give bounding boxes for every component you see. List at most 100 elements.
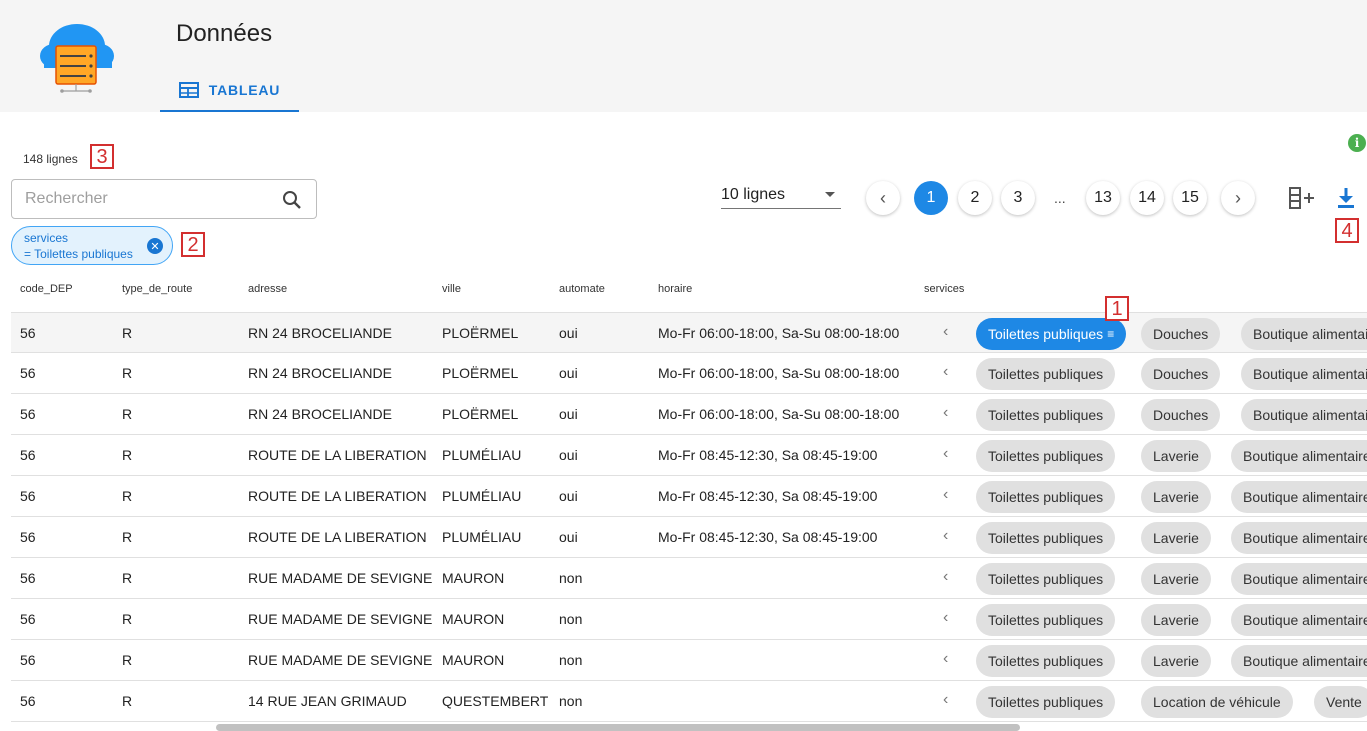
service-chip[interactable]: Vente [1314, 686, 1367, 718]
table-row[interactable]: 56 R RN 24 BROCELIANDE PLOËRMEL oui Mo-Fr 06:… [11, 353, 1367, 394]
chevron-left-icon[interactable]: ‹ [943, 568, 948, 586]
page-button[interactable]: 3 [1001, 181, 1035, 215]
service-chip[interactable]: Toilettes publiques [976, 522, 1116, 554]
table-row[interactable]: 56 R RN 24 BROCELIANDE PLOËRMEL oui Mo-Fr 06:… [11, 312, 1367, 353]
close-icon[interactable]: ✕ [147, 238, 163, 254]
chevron-left-icon[interactable]: ‹ [943, 650, 948, 668]
column-header[interactable]: ville [442, 283, 461, 295]
filter-chip-value: = Toilettes publiques [24, 247, 133, 261]
chevron-left-icon[interactable]: ‹ [943, 323, 948, 341]
service-chip[interactable]: Laverie [1141, 481, 1211, 513]
page-button[interactable]: 14 [1130, 181, 1164, 215]
table-row[interactable]: 56 R RUE MADAME DE SEVIGNE MAURON non ‹ Toilet… [11, 558, 1367, 599]
service-chip[interactable]: Boutique alimentaire [1231, 481, 1367, 513]
page-button[interactable]: 2 [958, 181, 992, 215]
column-header[interactable]: services [924, 283, 964, 295]
cell-adresse: ROUTE DE LA LIBERATION [248, 447, 427, 463]
service-chip[interactable]: Toilettes publiques ≡ [976, 318, 1127, 350]
service-chip-label: Boutique alimentaire [1243, 448, 1367, 464]
service-chip[interactable]: Douches [1141, 399, 1221, 431]
table-row[interactable]: 56 R RUE MADAME DE SEVIGNE MAURON non ‹ Toilet… [11, 599, 1367, 640]
cell-type_de_route: R [122, 447, 133, 463]
download-icon[interactable] [1336, 186, 1356, 210]
row-count: 148 lignes [23, 152, 78, 166]
service-chip-label: Toilettes publiques [988, 366, 1104, 382]
service-chip[interactable]: Douches [1141, 358, 1221, 390]
service-chip-label: Douches [1153, 366, 1209, 382]
column-header[interactable]: horaire [658, 283, 692, 295]
service-chip[interactable]: Toilettes publiques [976, 358, 1116, 390]
page-button[interactable]: 1 [914, 181, 948, 215]
service-chip[interactable]: Toilettes publiques [976, 440, 1116, 472]
cell-code_DEP: 56 [20, 447, 36, 463]
cell-adresse: ROUTE DE LA LIBERATION [248, 529, 427, 545]
page-button[interactable]: 15 [1173, 181, 1207, 215]
service-chip-label: Toilettes publiques [988, 653, 1104, 669]
service-chip[interactable]: Boutique alimentaire [1231, 563, 1367, 595]
service-chip[interactable]: Boutique alimentaire [1231, 645, 1367, 677]
service-chip[interactable]: Boutique alimentaire [1241, 318, 1367, 350]
column-header[interactable]: automate [559, 283, 605, 295]
service-chip[interactable]: Boutique alimentaire [1241, 399, 1367, 431]
service-chip[interactable]: Toilettes publiques [976, 645, 1116, 677]
annotation-2: 2 [181, 232, 205, 257]
cell-code_DEP: 56 [20, 529, 36, 545]
service-chip-label: Toilettes publiques [988, 612, 1104, 628]
service-chip[interactable]: Toilettes publiques [976, 399, 1116, 431]
table-row[interactable]: 56 R ROUTE DE LA LIBERATION PLUMÉLIAU oui Mo-… [11, 517, 1367, 558]
service-chip[interactable]: Laverie [1141, 645, 1211, 677]
service-chip[interactable]: Laverie [1141, 563, 1211, 595]
chevron-left-icon[interactable]: ‹ [943, 404, 948, 422]
cell-code_DEP: 56 [20, 652, 36, 668]
service-chip[interactable]: Toilettes publiques [976, 686, 1116, 718]
add-column-icon[interactable] [1288, 186, 1316, 210]
chevron-left-icon[interactable]: ‹ [943, 609, 948, 627]
search-icon[interactable] [282, 190, 302, 210]
chevron-left-icon[interactable]: ‹ [943, 363, 948, 381]
chevron-left-icon[interactable]: ‹ [943, 691, 948, 709]
column-header[interactable]: code_DEP [20, 283, 73, 295]
service-chip[interactable]: Boutique alimentaire [1231, 522, 1367, 554]
service-chip[interactable]: Laverie [1141, 440, 1211, 472]
service-chip[interactable]: Boutique alimentaire [1241, 358, 1367, 390]
chevron-left-icon[interactable]: ‹ [943, 486, 948, 504]
service-chip[interactable]: Boutique alimentaire [1231, 440, 1367, 472]
search-input[interactable] [23, 188, 273, 210]
table-row[interactable]: 56 R ROUTE DE LA LIBERATION PLUMÉLIAU oui Mo-… [11, 435, 1367, 476]
chevron-left-icon[interactable]: ‹ [943, 445, 948, 463]
tab-tableau[interactable]: TABLEAU [160, 70, 299, 112]
table-row[interactable]: 56 R 14 RUE JEAN GRIMAUD QUESTEMBERT non ‹ Toi… [11, 681, 1367, 722]
cell-ville: PLUMÉLIAU [442, 488, 522, 504]
cell-adresse: ROUTE DE LA LIBERATION [248, 488, 427, 504]
table-row[interactable]: 56 R RUE MADAME DE SEVIGNE MAURON non ‹ Toilet… [11, 640, 1367, 681]
annotation-4: 4 [1335, 218, 1359, 243]
chevron-left-icon: ‹ [880, 187, 886, 208]
cell-automate: oui [559, 529, 578, 545]
service-chip-label: Douches [1153, 326, 1209, 342]
column-header[interactable]: type_de_route [122, 283, 192, 295]
table-row[interactable]: 56 R ROUTE DE LA LIBERATION PLUMÉLIAU oui Mo-… [11, 476, 1367, 517]
service-chip[interactable]: Douches [1141, 318, 1221, 350]
filter-icon[interactable]: ≡ [1107, 327, 1114, 341]
service-chip[interactable]: Location de véhicule [1141, 686, 1293, 718]
column-header[interactable]: adresse [248, 283, 287, 295]
cell-type_de_route: R [122, 488, 133, 504]
service-chip[interactable]: Boutique alimentaire [1231, 604, 1367, 636]
prev-page-button[interactable]: ‹ [866, 181, 900, 215]
search-field[interactable] [11, 179, 317, 219]
page-button[interactable]: 13 [1086, 181, 1120, 215]
chevron-left-icon[interactable]: ‹ [943, 527, 948, 545]
cell-code_DEP: 56 [20, 488, 36, 504]
service-chip[interactable]: Laverie [1141, 522, 1211, 554]
horizontal-scrollbar[interactable] [216, 724, 1020, 731]
cell-ville: PLOËRMEL [442, 325, 519, 341]
rows-per-page-select[interactable]: 10 lignes [721, 183, 841, 209]
table-row[interactable]: 56 R RN 24 BROCELIANDE PLOËRMEL oui Mo-Fr 06:… [11, 394, 1367, 435]
service-chip[interactable]: Toilettes publiques [976, 604, 1116, 636]
info-icon[interactable]: i [1348, 134, 1366, 152]
active-filter-chip[interactable]: services = Toilettes publiques ✕ [11, 226, 173, 265]
service-chip[interactable]: Toilettes publiques [976, 563, 1116, 595]
next-page-button[interactable]: › [1221, 181, 1255, 215]
service-chip[interactable]: Laverie [1141, 604, 1211, 636]
service-chip[interactable]: Toilettes publiques [976, 481, 1116, 513]
